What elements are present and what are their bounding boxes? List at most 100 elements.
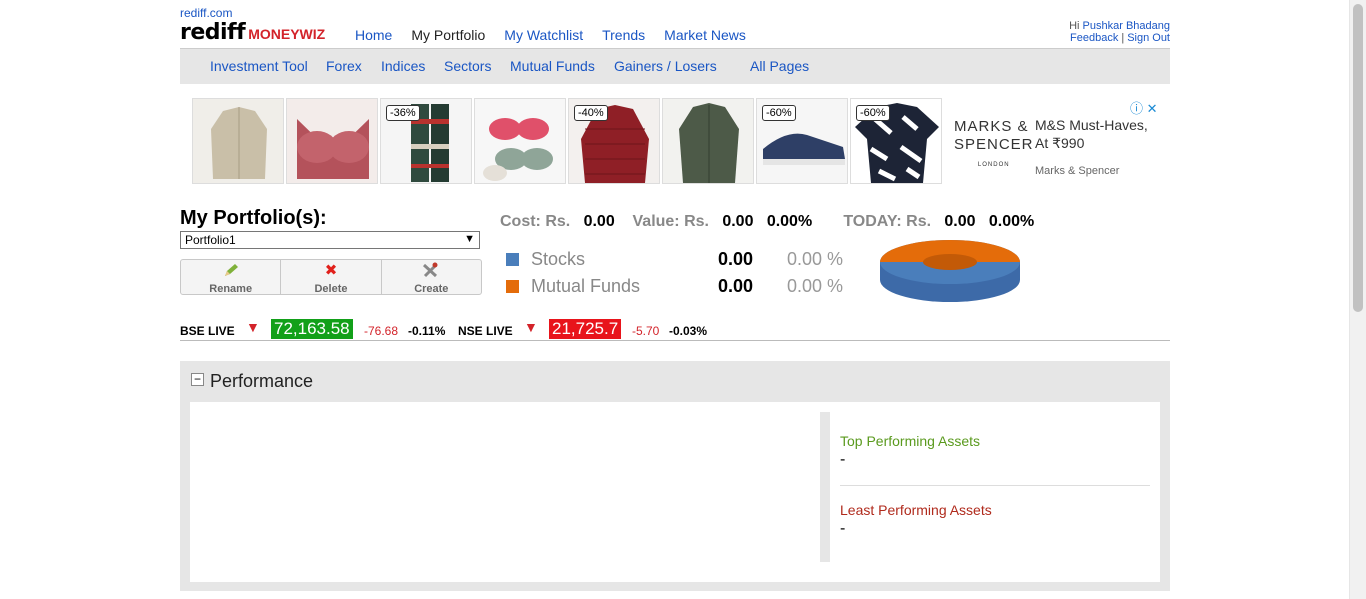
lingerie-image xyxy=(475,99,565,183)
chevron-down-icon: ▼ xyxy=(464,233,475,245)
logo-main: rediff xyxy=(180,20,246,45)
discount-badge: -36% xyxy=(386,105,420,121)
ad-controls: ⓘ ✕ xyxy=(1130,98,1158,117)
bse-pct: -0.11% xyxy=(408,324,446,338)
panel-divider xyxy=(820,412,830,562)
stocks-pct: 0.00 % xyxy=(787,249,844,269)
portfolio-summary: Cost: Rs. 0.00 Value: Rs. 0.00 0.00% TOD… xyxy=(500,213,1034,231)
bse-change: -76.68 xyxy=(364,324,399,338)
sign-out-link[interactable]: Sign Out xyxy=(1127,32,1170,44)
ad-tile-scarf[interactable]: -36% xyxy=(380,98,472,184)
divider xyxy=(840,485,1150,486)
feedback-link[interactable]: Feedback xyxy=(1070,32,1118,44)
create-label: Create xyxy=(414,283,449,295)
nav-market-news[interactable]: Market News xyxy=(664,27,746,43)
discount-badge: -60% xyxy=(762,105,796,121)
value-label: Value: Rs. xyxy=(632,213,709,230)
subnav-indices[interactable]: Indices xyxy=(381,58,425,74)
ad-tile-lingerie[interactable] xyxy=(474,98,566,184)
ad-tile-jacket[interactable] xyxy=(192,98,284,184)
cost-label: Cost: Rs. xyxy=(500,213,571,230)
rename-button[interactable]: Rename xyxy=(181,260,282,295)
performance-panel: − Performance Top Performing Assets - Le… xyxy=(180,361,1170,591)
delete-button[interactable]: ✖ Delete xyxy=(281,260,382,295)
portfolio-actions: Rename ✖ Delete Create xyxy=(180,259,482,295)
down-arrow-icon: ▼ xyxy=(246,319,260,335)
subnav-all-pages[interactable]: All Pages xyxy=(750,58,809,74)
top-performing-value: - xyxy=(840,451,846,468)
page: rediff.com rediff MONEYWIZ Home My Portfo… xyxy=(0,0,1366,599)
subnav-investment-tool[interactable]: Investment Tool xyxy=(210,58,308,74)
least-performing-value: - xyxy=(840,520,846,537)
brand-line-1: MARKS & xyxy=(954,118,1029,135)
ad-tile-puffer[interactable]: -40% xyxy=(568,98,660,184)
user-greeting: Hi xyxy=(1069,20,1080,32)
mutual-funds-value: 0.00 xyxy=(718,276,754,296)
discount-badge: -60% xyxy=(856,105,890,121)
ad-close-icon[interactable]: ✕ xyxy=(1147,101,1158,116)
logo-sub: MONEYWIZ xyxy=(248,26,326,42)
pencil-icon xyxy=(181,262,280,280)
market-ticker: BSE LIVE ▼ 72,163.58 -76.68 -0.11% NSE L… xyxy=(180,318,1170,341)
down-arrow-icon: ▼ xyxy=(524,319,538,335)
mutual-funds-pct: 0.00 % xyxy=(787,276,844,296)
subnav-sectors[interactable]: Sectors xyxy=(444,58,491,74)
ad-tile-shoe[interactable]: -60% xyxy=(756,98,848,184)
ad-info-icon[interactable]: ⓘ xyxy=(1130,101,1143,116)
portfolio-select[interactable]: Portfolio1 ▼ xyxy=(180,231,480,249)
create-button[interactable]: Create xyxy=(382,260,481,295)
nav-home[interactable]: Home xyxy=(355,27,392,43)
user-box: Hi Pushkar Bhadang Feedback | Sign Out xyxy=(1069,20,1170,44)
ad-banner[interactable]: -36% -40% -60% -60% MARKS & SPENCER LOND… xyxy=(192,98,1172,186)
bse-value: 72,163.58 xyxy=(271,319,353,339)
discount-badge: -40% xyxy=(574,105,608,121)
least-performing-label: Least Performing Assets xyxy=(840,502,992,518)
bra-image xyxy=(287,99,377,183)
today-pct: 0.00% xyxy=(988,213,1035,230)
page-scrollbar[interactable] xyxy=(1349,0,1366,599)
ad-tile-shirt[interactable]: -60% xyxy=(850,98,942,184)
ad-headline-1: M&S Must-Haves, xyxy=(1035,117,1148,133)
ad-sponsor: Marks & Spencer xyxy=(1035,165,1120,177)
collapse-icon[interactable]: − xyxy=(191,373,204,386)
subnav-mutual-funds[interactable]: Mutual Funds xyxy=(510,58,595,74)
nse-label: NSE LIVE xyxy=(458,324,513,338)
sub-nav: Investment Tool Forex Indices Sectors Mu… xyxy=(180,48,1170,84)
jacket-image xyxy=(193,99,283,183)
stocks-value: 0.00 xyxy=(718,249,754,269)
ad-tile-bra[interactable] xyxy=(286,98,378,184)
allocation-donut-chart xyxy=(880,240,1020,302)
performance-content: Top Performing Assets - Least Performing… xyxy=(190,402,1160,582)
subnav-forex[interactable]: Forex xyxy=(326,58,362,74)
performance-title: Performance xyxy=(210,371,314,391)
today-label: TODAY: Rs. xyxy=(843,213,932,230)
stocks-legend-swatch xyxy=(506,253,519,266)
user-name-link[interactable]: Pushkar Bhadang xyxy=(1083,20,1170,32)
value-value: 0.00 xyxy=(722,213,754,230)
logo[interactable]: rediff MONEYWIZ xyxy=(180,20,326,45)
ad-tile-fleece[interactable] xyxy=(662,98,754,184)
portfolio-select-value: Portfolio1 xyxy=(185,233,236,247)
user-separator: | xyxy=(1121,32,1125,44)
stocks-label: Stocks xyxy=(531,249,586,269)
nav-my-watchlist[interactable]: My Watchlist xyxy=(504,27,583,43)
ad-headline-2: At ₹990 xyxy=(1035,135,1085,151)
delete-label: Delete xyxy=(314,283,348,295)
scrollbar-thumb[interactable] xyxy=(1353,4,1363,312)
nav-my-portfolio[interactable]: My Portfolio xyxy=(411,27,485,43)
delete-x-icon: ✖ xyxy=(324,262,338,279)
mutual-funds-legend-swatch xyxy=(506,280,519,293)
fleece-image xyxy=(663,99,753,183)
cost-value: 0.00 xyxy=(583,213,615,230)
rename-label: Rename xyxy=(209,283,253,295)
nav-trends[interactable]: Trends xyxy=(602,27,645,43)
ad-headline[interactable]: M&S Must-Haves, At ₹990 xyxy=(1035,116,1148,152)
nse-change: -5.70 xyxy=(632,324,660,338)
rediff-home-link[interactable]: rediff.com xyxy=(180,6,232,20)
today-value: 0.00 xyxy=(944,213,976,230)
top-performing-label: Top Performing Assets xyxy=(840,433,981,449)
brand-line-2: SPENCER xyxy=(954,136,1034,153)
mutual-funds-label: Mutual Funds xyxy=(531,276,641,296)
subnav-gainers-losers[interactable]: Gainers / Losers xyxy=(614,58,717,74)
bse-label: BSE LIVE xyxy=(180,324,235,338)
